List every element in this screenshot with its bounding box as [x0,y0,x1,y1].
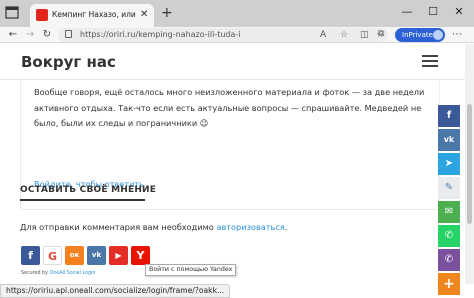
tab-strip: Кемпинг Нахазо, или Туда и Отс ✕ + — ☐ ✕ [0,0,474,27]
site-title[interactable]: Вокруг нас [21,52,116,72]
minimize-button[interactable]: — [394,4,420,20]
maximize-button[interactable]: ☐ [420,4,446,20]
secured-by-note: Secured by OneAll Social Login [21,270,95,277]
share-whatsapp-button[interactable]: ✆ [438,225,460,247]
auth-note-suffix: . [284,222,288,232]
reload-button[interactable]: ↻ [40,27,54,42]
scrollbar-thumb[interactable] [467,104,472,224]
share-telegram-button[interactable]: ➤ [438,153,460,175]
facebook-login-button[interactable]: f [21,246,40,265]
authorize-link[interactable]: авторизоваться [216,222,284,232]
inprivate-badge[interactable]: InPrivate [395,28,445,42]
auth-note: Для отправки комментария вам необходимо … [20,220,287,234]
share-email-button[interactable]: ✉ [438,201,460,223]
back-button[interactable]: ← [6,27,20,42]
tab-active[interactable]: Кемпинг Нахазо, или Туда и Отс ✕ [30,4,154,27]
lock-icon[interactable] [65,30,72,38]
address-toolbar: ← → ↻ https://oriri.ru/kemping-nahazo-il… [0,27,474,43]
status-bar: https://oririu.api.oneall.com/socialize/… [0,284,474,298]
secured-prefix: Secured by [21,271,50,276]
odnoklassniki-login-button[interactable]: ок [65,246,84,265]
hamburger-menu-icon[interactable] [422,55,438,67]
yandex-tooltip: Войти с помощью Yandex [145,264,237,276]
share-vkontakte-button[interactable]: vk [438,129,460,151]
read-aloud-icon[interactable]: A [320,29,326,41]
leave-comment-heading: ОСТАВИТЬ СВОЁ МНЕНИЕ [20,185,157,195]
forward-button[interactable]: → [23,27,37,42]
site-header: Вокруг нас [0,44,474,80]
vkontakte-login-button[interactable]: vk [87,246,106,265]
address-url[interactable]: https://oriri.ru/kemping-nahazo-ili-tuda… [80,29,240,41]
share-viber-button[interactable]: ✆ [438,249,460,271]
youtube-login-button[interactable]: ▶ [109,246,128,265]
address-bar[interactable]: https://oriri.ru/kemping-nahazo-ili-tuda… [58,28,388,42]
avatar [433,30,443,40]
tab-actions-icon[interactable] [4,5,22,21]
inprivate-label: InPrivate [402,31,433,39]
yandex-login-button[interactable]: Y [131,246,150,265]
google-login-button[interactable]: G [43,246,62,265]
collections-icon[interactable]: ⧉ [378,28,384,40]
share-facebook-button[interactable]: f [438,105,460,127]
split-screen-icon[interactable]: ◫ [360,29,369,41]
oneall-link[interactable]: OneAll Social Login [49,271,95,276]
page-scrollbar[interactable] [465,44,474,284]
site-favicon-icon [36,9,48,21]
auth-note-prefix: Для отправки комментария вам необходимо [20,222,217,232]
comment-text: Вообще говоря, ещё осталось много неизло… [34,87,425,128]
browser-window: Кемпинг Нахазо, или Туда и Отс ✕ + — ☐ ✕… [0,0,474,298]
star-icon[interactable]: ☆ [340,29,348,41]
new-tab-button[interactable]: + [161,5,173,21]
web-page: Вокруг нас Вообще говоря, ещё осталось м… [0,44,474,295]
tab-close-icon[interactable]: ✕ [140,8,148,22]
share-livejournal-button[interactable]: ✎ [438,177,460,199]
more-menu-icon[interactable]: ⋯ [452,27,462,42]
status-url: https://oririu.api.oneall.com/socialize/… [0,284,231,298]
close-window-button[interactable]: ✕ [446,4,472,20]
tab-title: Кемпинг Нахазо, или Туда и Отс [52,10,138,19]
heading-underline [20,199,145,201]
